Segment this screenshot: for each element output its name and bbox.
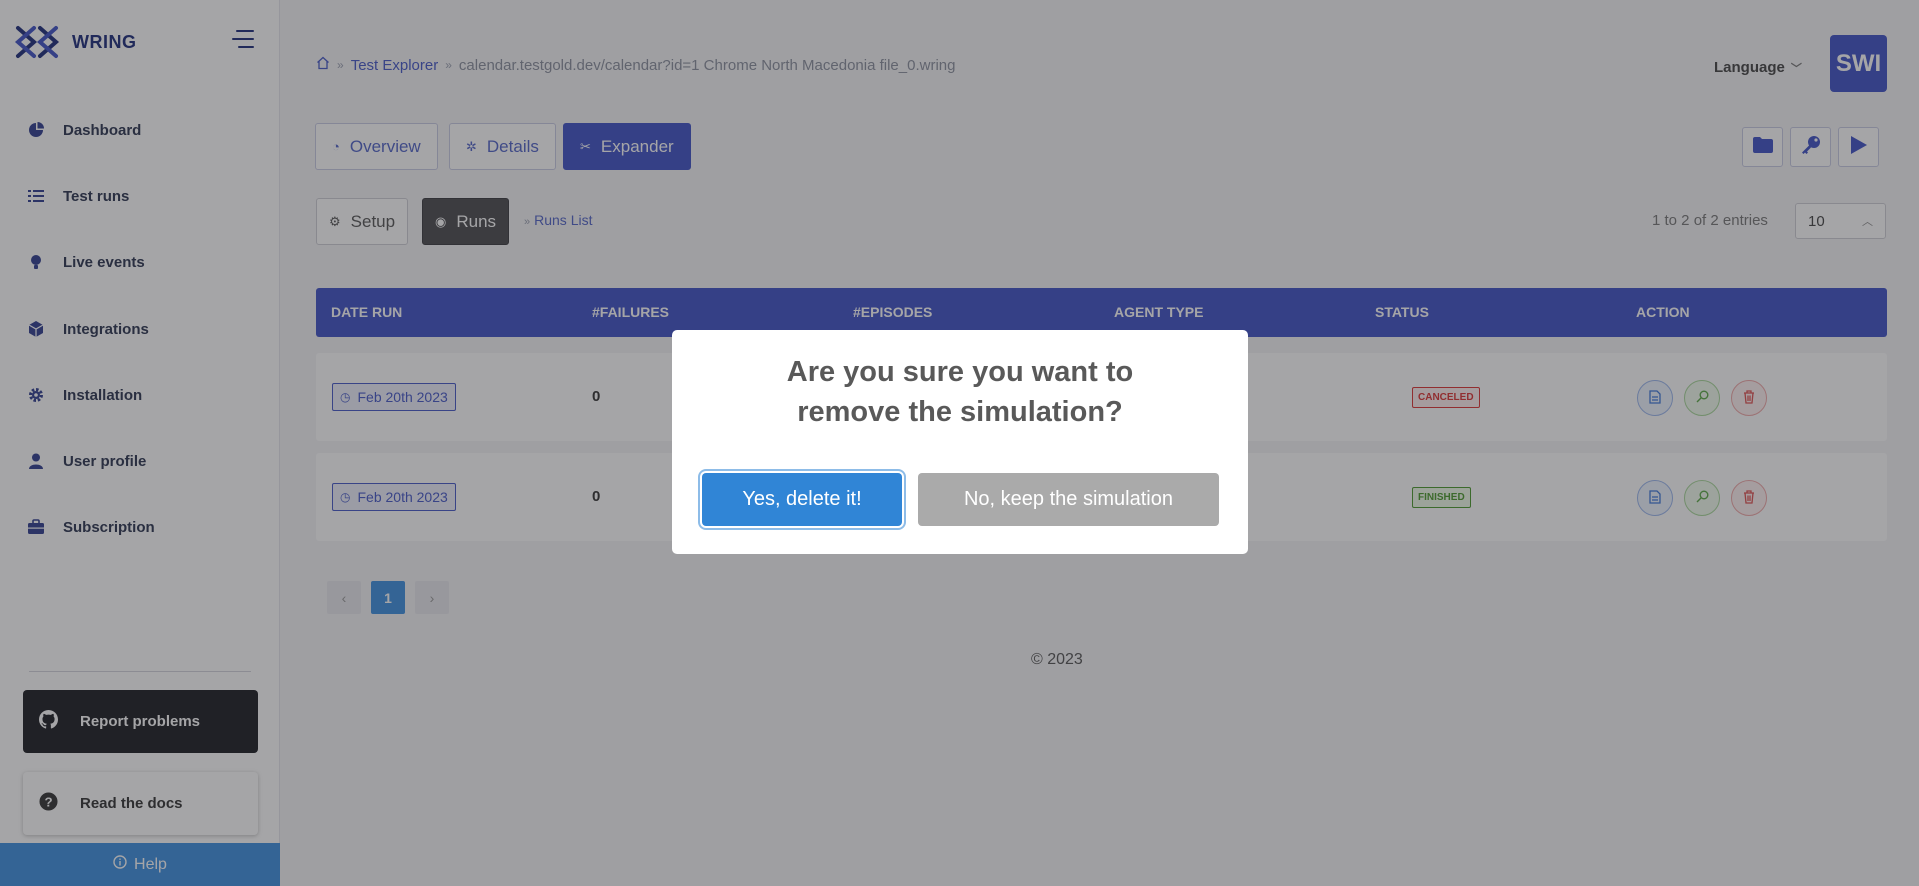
dialog-title: Are you sure you want to remove the simu…: [786, 356, 1134, 428]
confirm-delete-button[interactable]: Yes, delete it!: [702, 473, 902, 526]
cancel-delete-button[interactable]: No, keep the simulation: [918, 473, 1219, 526]
confirm-delete-dialog: Are you sure you want to remove the simu…: [672, 330, 1248, 554]
